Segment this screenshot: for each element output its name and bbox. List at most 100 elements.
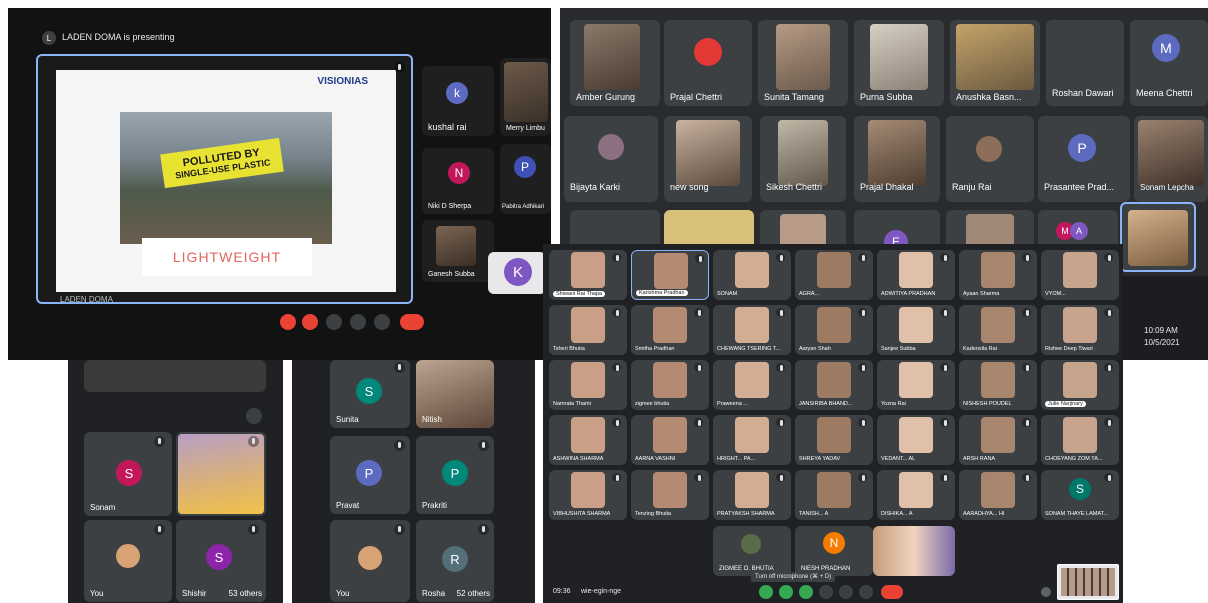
participant-tile[interactable]: S Sonam [84,432,172,516]
mic-off-icon [394,440,405,451]
self-view-tile[interactable] [1120,202,1196,272]
participant-tile[interactable]: Ayaan Sharma [959,250,1037,300]
participant-tile[interactable]: Aaryan Shah [795,305,873,355]
participant-tile[interactable]: Amber Gurung [570,20,660,106]
self-preview[interactable] [1057,564,1119,600]
mic-off-icon [858,253,867,262]
participant-tile[interactable]: S SONAM THAYE LAMAT... [1041,470,1119,520]
participant-tile[interactable] [873,526,955,576]
participant-tile[interactable]: P Pravat [330,436,410,514]
participant-name: CHOEYANG ZOM TA... [1045,456,1103,462]
participant-tile[interactable]: Smitha Pradhan [631,305,709,355]
participant-tile[interactable]: JANSIRIBA BHAND... [795,360,873,410]
more-options-icon[interactable] [374,314,390,330]
camera-button[interactable] [799,585,813,599]
participant-tile[interactable]: Sikesh Chettri [760,116,846,202]
participant-tile[interactable]: Rishee Deep Tiwari [1041,305,1119,355]
participant-tile[interactable]: P Prasantee Prad... [1038,116,1130,202]
participant-tile[interactable]: Sonam Lepcha [1134,116,1208,202]
participant-name: Roshan Dawari [1052,88,1114,98]
info-icon[interactable] [1041,587,1051,597]
participant-tile[interactable]: Sanjee Subba [877,305,955,355]
participant-tile[interactable]: Tsheri Bhutia [549,305,627,355]
participant-avatar: N [448,162,470,184]
participant-tile[interactable]: Julie Narjinary [1041,360,1119,410]
participant-tile[interactable]: TANISH... A [795,470,873,520]
participant-tile[interactable]: VIBHUSHITA SHARMA [549,470,627,520]
mic-off-icon [612,253,621,262]
participant-tile[interactable]: AGRA... [795,250,873,300]
more-options-icon[interactable] [859,585,873,599]
participant-tile[interactable]: K [488,252,546,294]
participant-tile[interactable]: Sunita Tamang [758,20,848,106]
participant-tile[interactable]: Karishma Pradhan [631,250,709,300]
participant-tile[interactable]: Purna Subba [854,20,944,106]
participant-tile[interactable]: SHREYA YADAV [795,415,873,465]
present-button[interactable] [350,314,366,330]
participant-tile[interactable]: CHOEYANG ZOM TA... [1041,415,1119,465]
participant-tile[interactable]: ADWITIYA PRADHAN [877,250,955,300]
participant-tile[interactable]: Tenzing Bhutia [631,470,709,520]
participant-tile[interactable]: Prajal Dhakal [854,116,940,202]
others-count[interactable]: 53 others [229,589,262,598]
participant-tile[interactable]: PRATYAKSH SHARMA [713,470,791,520]
end-call-button[interactable] [400,314,424,330]
participant-tile[interactable]: Merry Limbu [500,58,551,136]
participant-video [735,362,769,398]
participant-tile[interactable]: S Sunita [330,360,410,428]
hand-raise-button[interactable] [819,585,833,599]
participant-tile[interactable]: M Meena Chettri [1130,20,1208,106]
participant-video [981,252,1015,288]
participant-tile[interactable]: Prajal Chettri [664,20,752,106]
captions-button[interactable] [326,314,342,330]
participant-tile[interactable]: k kushal rai [422,66,494,136]
participant-tile[interactable]: N Niki D Sherpa [422,148,494,214]
participant-tile[interactable] [84,360,266,392]
participant-tile[interactable]: Nitish [416,360,494,428]
mic-off-button[interactable] [280,314,296,330]
participant-tile[interactable] [176,432,266,516]
participant-tile[interactable]: Yozna Rai [877,360,955,410]
participant-tile[interactable]: Ranju Rai [946,116,1034,202]
participant-tile[interactable]: Anushka Basn... [950,20,1040,106]
participant-tile[interactable]: P Pabitra Adhikari [500,144,551,214]
camera-off-button[interactable] [302,314,318,330]
participant-tile[interactable]: Kadensila Rai [959,305,1037,355]
participant-tile[interactable]: N NIESH PRADHAN [795,526,873,576]
participant-tile[interactable]: R Rosha 52 others [416,520,494,602]
participant-tile[interactable]: You [84,520,172,602]
participant-tile[interactable]: HRIGHT... PA... [713,415,791,465]
participant-video [1063,307,1097,343]
participant-tile[interactable]: AARADHYA... HI [959,470,1037,520]
participant-tile[interactable]: SONAM [713,250,791,300]
participant-tile[interactable]: CHEWANG TSERING T... [713,305,791,355]
participant-tile[interactable]: ARSH RANA [959,415,1037,465]
participant-tile[interactable]: zigmee bhutia [631,360,709,410]
participant-tile[interactable]: You [330,520,410,602]
participant-tile[interactable]: NISHESH POUDEL [959,360,1037,410]
mic-button[interactable] [779,585,793,599]
captions-button[interactable] [759,585,773,599]
participant-name: Rishee Deep Tiwari [1045,346,1093,352]
participant-tile[interactable]: Roshan Dawari [1046,20,1124,106]
participant-tile[interactable]: ASHWINA SHARMA [549,415,627,465]
participant-tile[interactable]: Ganesh Subba [422,220,494,282]
participant-tile[interactable]: S Shishir 53 others [176,520,266,602]
present-button[interactable] [839,585,853,599]
participant-tile[interactable]: Bijayta Karki [564,116,658,202]
participant-tile[interactable]: Namrata Thami [549,360,627,410]
end-call-button[interactable] [881,585,903,599]
participant-tile[interactable]: ZIGMEE O. BHUTIA [713,526,791,576]
participant-tile[interactable]: Praweena ... [713,360,791,410]
participant-tile[interactable]: new song [664,116,752,202]
brand-logo: VISIONIAS [317,76,368,87]
fullscreen-icon[interactable] [246,408,262,424]
participant-tile[interactable]: DISHIKA... A [877,470,955,520]
participant-tile[interactable]: VYOM... [1041,250,1119,300]
participant-tile[interactable]: AARNA VASHNI [631,415,709,465]
participant-tile[interactable]: P Prakriti [416,436,494,514]
participant-tile[interactable]: VEDANT... AL [877,415,955,465]
others-count[interactable]: 52 others [457,589,490,598]
participant-tile[interactable]: Shiwani Rai Thapa [549,250,627,300]
mic-off-icon [776,473,785,482]
